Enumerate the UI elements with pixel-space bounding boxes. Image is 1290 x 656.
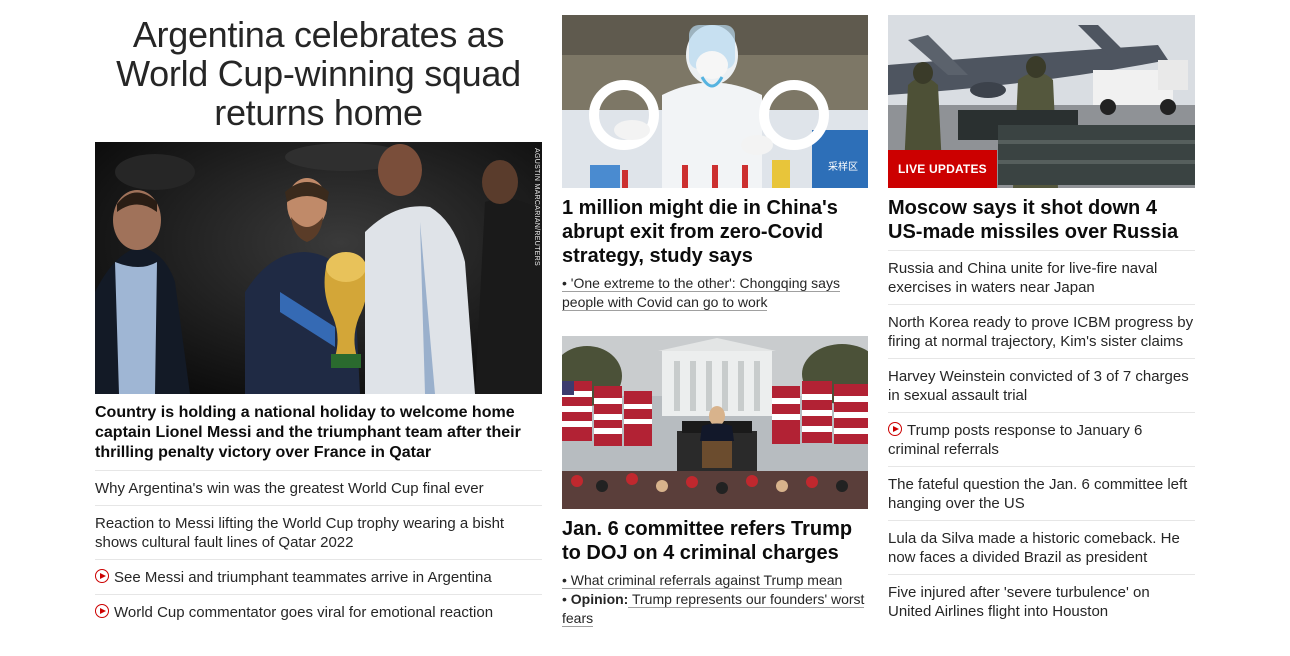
play-video-icon [95,569,109,583]
list-item[interactable]: World Cup commentator goes viral for emo… [95,595,542,629]
list-item[interactable]: Five injured after 'severe turbulence' o… [888,575,1195,628]
middle-column: 采样区 1 million might die in China's abrup… [562,15,868,628]
list-item[interactable]: Reaction to Messi lifting the World Cup … [95,506,542,560]
live-updates-badge[interactable]: LIVE UPDATES [888,150,997,188]
related-stories-list: Why Argentina's win was the greatest Wor… [95,471,542,629]
lead-summary-link[interactable]: Country is holding a national holiday to… [95,403,542,471]
messi-trophy-photo[interactable]: AGUSTIN MARCARIAN/REUTERS [95,142,542,394]
photo-credit: AGUSTIN MARCARIAN/REUTERS [533,148,540,266]
play-video-icon [95,604,109,618]
right-stories-list: Russia and China unite for live-fire nav… [888,250,1195,628]
list-item[interactable]: See Messi and triumphant teammates arriv… [95,560,542,595]
opinion-label: Opinion: [570,591,629,607]
list-item[interactable]: Russia and China unite for live-fire nav… [888,251,1195,305]
list-item[interactable]: Lula da Silva made a historic comeback. … [888,521,1195,575]
story-headline[interactable]: 1 million might die in China's abrupt ex… [562,196,868,268]
lead-headline-line[interactable]: returns home [95,93,542,132]
related-link[interactable]: • 'One extreme to the other': Chongqing … [562,275,840,311]
list-item[interactable]: Why Argentina's win was the greatest Wor… [95,471,542,506]
related-links: • 'One extreme to the other': Chongqing … [562,274,868,312]
booth-sign-text: 采样区 [828,160,858,173]
story-headline[interactable]: Moscow says it shot down 4 US-made missi… [888,196,1195,244]
right-column: LIVE UPDATES Moscow says it shot down 4 … [888,15,1195,628]
white-house-rally-photo[interactable] [562,336,868,509]
list-item[interactable]: The fateful question the Jan. 6 committe… [888,467,1195,521]
lead-headline-line[interactable]: Argentina celebrates as [95,15,542,54]
list-item[interactable]: Trump posts response to January 6 crimin… [888,413,1195,467]
story-headline[interactable]: Jan. 6 committee refers Trump to DOJ on … [562,517,868,565]
lead-headline[interactable]: Argentina celebrates as World Cup-winnin… [95,14,542,142]
military-aircraft-photo[interactable]: LIVE UPDATES [888,15,1195,188]
list-item[interactable]: North Korea ready to prove ICBM progress… [888,305,1195,359]
related-link[interactable]: • What criminal referrals against Trump … [562,572,843,589]
opinion-link[interactable]: • Opinion: Trump represents our founders… [562,590,868,628]
lead-headline-line[interactable]: World Cup-winning squad [95,54,542,93]
lead-story-column: Argentina celebrates as World Cup-winnin… [95,14,542,629]
list-item[interactable]: Harvey Weinstein convicted of 3 of 7 cha… [888,359,1195,413]
play-video-icon [888,422,902,436]
covid-testing-photo[interactable]: 采样区 [562,15,868,188]
related-links: • What criminal referrals against Trump … [562,571,868,628]
